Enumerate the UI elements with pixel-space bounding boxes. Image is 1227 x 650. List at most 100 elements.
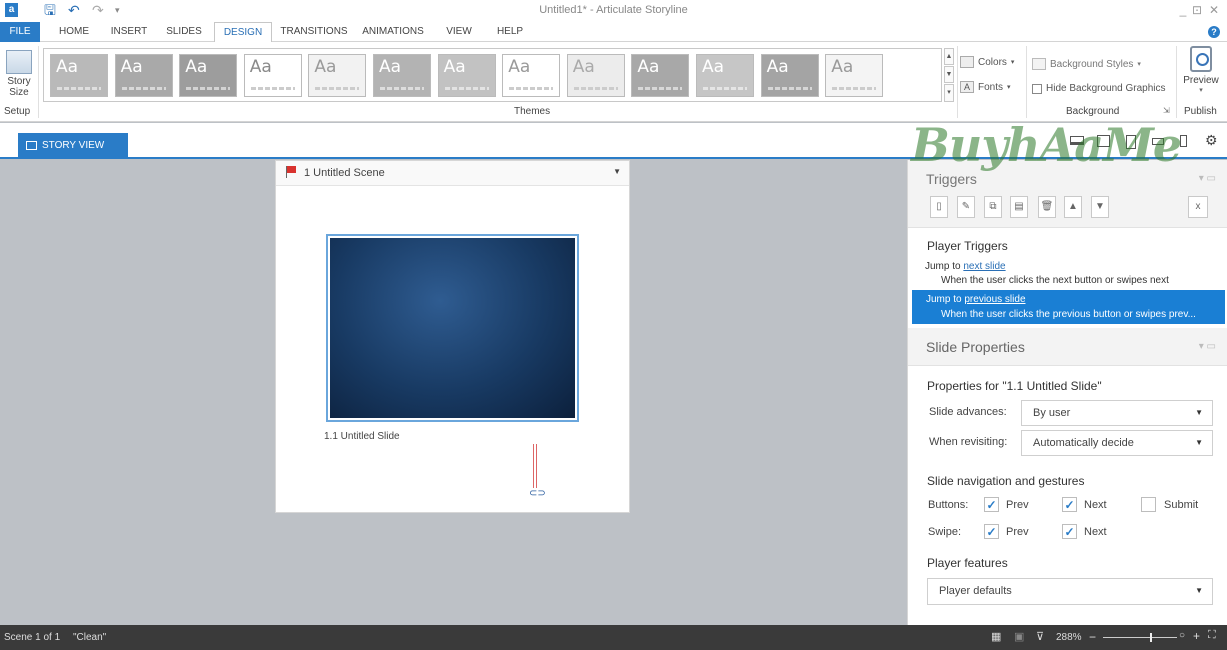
buttons-prev-checkbox[interactable]: ✓ [984,497,999,512]
swipe-prev-checkbox[interactable]: ✓ [984,524,999,539]
buttons-next-checkbox[interactable]: ✓ [1062,497,1077,512]
hide-background-graphics-checkbox[interactable]: Hide Background Graphics [1032,83,1166,94]
tab-file[interactable]: FILE [0,22,40,42]
tab-transitions[interactable]: TRANSITIONS [278,22,350,42]
theme-thumbnail[interactable]: Aa [243,54,302,97]
theme-name: "Clean" [73,632,107,643]
tablet-landscape-icon[interactable] [1097,135,1110,147]
slide-advances-select[interactable]: By user ▼ [1021,400,1213,426]
trigger-next-slide[interactable]: Jump to next slide [925,261,1006,272]
dialog-launcher-icon[interactable]: ⇲ [1163,106,1170,115]
move-down-icon[interactable]: ▼ [1091,196,1109,218]
fonts-dropdown[interactable]: A Fonts ▾ [960,81,1011,93]
preview-button[interactable]: Preview ▾ [1182,46,1220,94]
theme-thumbnail[interactable]: Aa [631,54,690,97]
laptop-icon[interactable] [1070,136,1084,145]
theme-thumbnail[interactable]: Aa [437,54,496,97]
tab-help[interactable]: HELP [490,22,530,42]
trigger-previous-slide-selected[interactable]: Jump to previous slide When the user cli… [912,290,1225,324]
buttons-submit-checkbox[interactable] [1141,497,1156,512]
undo-icon[interactable]: ↶ [68,2,80,18]
delete-trigger-icon[interactable]: 🗑 [1038,196,1056,218]
colors-dropdown[interactable]: Colors ▾ [960,56,1014,68]
story-view-tab[interactable]: STORY VIEW [18,133,128,159]
story-view-icon[interactable]: ▦ [991,630,1001,643]
fit-window-icon[interactable]: ⛶ [1208,629,1216,642]
zoom-slider[interactable] [1103,637,1177,638]
theme-thumbnail[interactable]: Aa [373,54,431,97]
zoom-out-icon[interactable]: − [1089,630,1096,644]
theme-thumbnail[interactable]: Aa [502,54,561,97]
slide-label[interactable]: 1.1 Untitled Slide [324,431,400,442]
player-features-select[interactable]: Player defaults ▼ [927,578,1213,605]
buttons-next-label: Next [1084,499,1107,511]
themes-gallery: Aa Aa Aa Aa Aa Aa Aa Aa Aa Aa Aa Aa Aa [43,48,942,102]
theme-sample-text: Aa [443,57,466,77]
buttons-prev-label: Prev [1006,499,1029,511]
theme-sample-text: Aa [637,57,660,77]
tablet-portrait-icon[interactable] [1126,135,1136,149]
normal-view-icon[interactable]: ▣ [1014,630,1024,643]
slide-thumbnail[interactable] [326,234,579,422]
ribbon: Story Size Setup Aa Aa Aa Aa Aa Aa Aa Aa Aa Aa Aa A… [0,42,1227,122]
tab-animations[interactable]: ANIMATIONS [358,22,428,42]
new-trigger-icon[interactable]: ▯ [930,196,948,218]
zoom-in-icon[interactable]: + [1193,629,1200,643]
background-styles-label: Background Styles [1050,58,1134,70]
scene-title: 1 Untitled Scene [304,167,385,179]
tab-slides[interactable]: SLIDES [162,22,206,42]
background-styles-dropdown[interactable]: Background Styles ▾ [1032,58,1141,70]
fit-view-icon[interactable]: ⊽ [1036,630,1044,643]
trigger-link-previous-slide[interactable]: previous slide [964,294,1025,305]
chevron-down-icon[interactable]: ▼ [613,167,621,176]
move-up-icon[interactable]: ▲ [1064,196,1082,218]
theme-thumbnail[interactable]: Aa [566,54,625,97]
slide-advances-value: By user [1033,407,1071,419]
theme-sample-text: Aa [185,57,208,77]
theme-sample-text: Aa [702,57,725,77]
group-label-publish: Publish [1184,106,1217,117]
theme-thumbnail[interactable]: Aa [696,54,754,97]
settings-icon[interactable]: ⚙ [1205,132,1218,149]
when-revisiting-select[interactable]: Automatically decide ▼ [1021,430,1213,456]
phone-landscape-icon[interactable] [1152,138,1164,145]
story-size-button[interactable]: Story Size [3,50,35,98]
phone-portrait-icon[interactable] [1180,135,1187,147]
group-label-background: Background [1066,106,1120,117]
story-view-icon [26,141,37,150]
theme-thumbnail[interactable]: Aa [760,54,819,97]
theme-thumbnail[interactable]: Aa [825,54,884,97]
edit-trigger-icon[interactable]: ✎ [957,196,975,218]
tab-design[interactable]: DESIGN [214,22,272,43]
theme-thumbnail[interactable]: Aa [114,54,173,97]
tab-view[interactable]: VIEW [440,22,478,42]
paste-trigger-icon[interactable]: ▤ [1010,196,1028,218]
close-button[interactable]: ✕ [1205,2,1223,18]
zoom-slider-thumb[interactable] [1150,633,1152,642]
restore-button[interactable]: ⊡ [1188,2,1206,18]
link-icon[interactable]: ⊂⊃ [529,488,546,499]
gallery-scroll-up[interactable]: ▲ [944,48,954,65]
tab-home[interactable]: HOME [52,22,96,42]
scene-header[interactable]: 1 Untitled Scene ▼ [276,161,629,186]
panel-controls-icon[interactable]: ▾ ▭ [1199,341,1216,352]
redo-icon[interactable]: ↷ [92,2,104,18]
copy-trigger-icon[interactable]: ⧉ [984,196,1002,218]
tab-insert[interactable]: INSERT [106,22,152,42]
theme-color-swatch [57,87,101,90]
help-icon[interactable]: ? [1208,26,1220,38]
save-icon[interactable]: 🖫 [44,2,56,18]
variables-icon[interactable]: x [1188,196,1208,218]
swipe-next-checkbox[interactable]: ✓ [1062,524,1077,539]
panel-controls-icon[interactable]: ▾ ▭ [1199,173,1216,184]
gallery-expand[interactable]: ▾ [944,84,954,102]
trigger-link-next-slide[interactable]: next slide [963,261,1005,272]
gallery-scroll-down[interactable]: ▼ [944,66,954,83]
theme-sample-text: Aa [831,57,854,77]
theme-thumbnail[interactable]: Aa [50,54,108,97]
scene-panel: 1 Untitled Scene ▼ 1.1 Untitled Slide ⊂⊃ [275,160,630,513]
theme-thumbnail[interactable]: Aa [179,54,238,97]
theme-thumbnail[interactable]: Aa [308,54,367,97]
customize-icon[interactable]: ▾ [115,2,120,18]
trigger-action-text: Jump to [926,294,965,305]
